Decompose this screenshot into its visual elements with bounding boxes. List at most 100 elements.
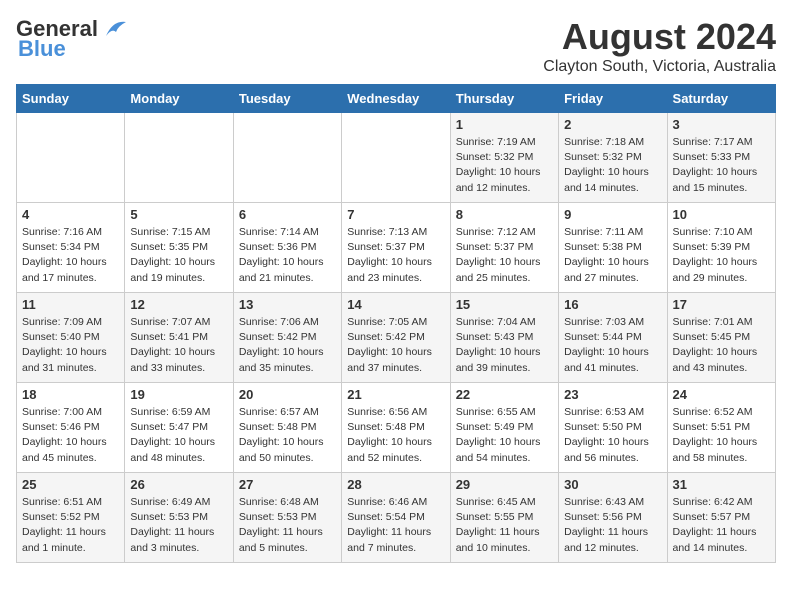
column-header-sunday: Sunday bbox=[17, 85, 125, 113]
day-info: Sunrise: 7:11 AM Sunset: 5:38 PM Dayligh… bbox=[564, 225, 661, 286]
day-info: Sunrise: 6:48 AM Sunset: 5:53 PM Dayligh… bbox=[239, 495, 336, 556]
day-number: 30 bbox=[564, 477, 661, 492]
calendar-cell: 28 Sunrise: 6:46 AM Sunset: 5:54 PM Dayli… bbox=[342, 473, 450, 563]
day-info: Sunrise: 6:49 AM Sunset: 5:53 PM Dayligh… bbox=[130, 495, 227, 556]
day-number: 17 bbox=[673, 297, 770, 312]
calendar-table: SundayMondayTuesdayWednesdayThursdayFrid… bbox=[16, 84, 776, 563]
day-info: Sunrise: 6:55 AM Sunset: 5:49 PM Dayligh… bbox=[456, 405, 553, 466]
day-info: Sunrise: 7:12 AM Sunset: 5:37 PM Dayligh… bbox=[456, 225, 553, 286]
day-info: Sunrise: 7:14 AM Sunset: 5:36 PM Dayligh… bbox=[239, 225, 336, 286]
day-info: Sunrise: 6:42 AM Sunset: 5:57 PM Dayligh… bbox=[673, 495, 770, 556]
day-info: Sunrise: 7:15 AM Sunset: 5:35 PM Dayligh… bbox=[130, 225, 227, 286]
day-info: Sunrise: 7:18 AM Sunset: 5:32 PM Dayligh… bbox=[564, 135, 661, 196]
calendar-cell: 8 Sunrise: 7:12 AM Sunset: 5:37 PM Daylig… bbox=[450, 203, 558, 293]
day-number: 19 bbox=[130, 387, 227, 402]
day-number: 6 bbox=[239, 207, 336, 222]
day-info: Sunrise: 7:13 AM Sunset: 5:37 PM Dayligh… bbox=[347, 225, 444, 286]
day-number: 1 bbox=[456, 117, 553, 132]
day-info: Sunrise: 7:16 AM Sunset: 5:34 PM Dayligh… bbox=[22, 225, 119, 286]
day-info: Sunrise: 6:59 AM Sunset: 5:47 PM Dayligh… bbox=[130, 405, 227, 466]
calendar-cell: 9 Sunrise: 7:11 AM Sunset: 5:38 PM Daylig… bbox=[559, 203, 667, 293]
day-number: 12 bbox=[130, 297, 227, 312]
day-number: 28 bbox=[347, 477, 444, 492]
calendar-cell: 22 Sunrise: 6:55 AM Sunset: 5:49 PM Dayli… bbox=[450, 383, 558, 473]
day-info: Sunrise: 6:53 AM Sunset: 5:50 PM Dayligh… bbox=[564, 405, 661, 466]
column-header-wednesday: Wednesday bbox=[342, 85, 450, 113]
day-info: Sunrise: 7:00 AM Sunset: 5:46 PM Dayligh… bbox=[22, 405, 119, 466]
column-header-monday: Monday bbox=[125, 85, 233, 113]
day-number: 20 bbox=[239, 387, 336, 402]
calendar-cell: 3 Sunrise: 7:17 AM Sunset: 5:33 PM Daylig… bbox=[667, 113, 775, 203]
column-header-saturday: Saturday bbox=[667, 85, 775, 113]
calendar-week-row: 4 Sunrise: 7:16 AM Sunset: 5:34 PM Daylig… bbox=[17, 203, 776, 293]
day-info: Sunrise: 6:52 AM Sunset: 5:51 PM Dayligh… bbox=[673, 405, 770, 466]
column-header-tuesday: Tuesday bbox=[233, 85, 341, 113]
calendar-week-row: 25 Sunrise: 6:51 AM Sunset: 5:52 PM Dayli… bbox=[17, 473, 776, 563]
calendar-week-row: 1 Sunrise: 7:19 AM Sunset: 5:32 PM Daylig… bbox=[17, 113, 776, 203]
calendar-cell: 11 Sunrise: 7:09 AM Sunset: 5:40 PM Dayli… bbox=[17, 293, 125, 383]
calendar-cell bbox=[342, 113, 450, 203]
calendar-cell: 1 Sunrise: 7:19 AM Sunset: 5:32 PM Daylig… bbox=[450, 113, 558, 203]
day-number: 31 bbox=[673, 477, 770, 492]
day-number: 24 bbox=[673, 387, 770, 402]
day-number: 9 bbox=[564, 207, 661, 222]
day-info: Sunrise: 7:17 AM Sunset: 5:33 PM Dayligh… bbox=[673, 135, 770, 196]
day-number: 10 bbox=[673, 207, 770, 222]
calendar-cell bbox=[233, 113, 341, 203]
calendar-cell: 24 Sunrise: 6:52 AM Sunset: 5:51 PM Dayli… bbox=[667, 383, 775, 473]
calendar-cell: 13 Sunrise: 7:06 AM Sunset: 5:42 PM Dayli… bbox=[233, 293, 341, 383]
day-info: Sunrise: 6:46 AM Sunset: 5:54 PM Dayligh… bbox=[347, 495, 444, 556]
day-info: Sunrise: 6:57 AM Sunset: 5:48 PM Dayligh… bbox=[239, 405, 336, 466]
day-info: Sunrise: 7:06 AM Sunset: 5:42 PM Dayligh… bbox=[239, 315, 336, 376]
calendar-week-row: 11 Sunrise: 7:09 AM Sunset: 5:40 PM Dayli… bbox=[17, 293, 776, 383]
title-block: August 2024 Clayton South, Victoria, Aus… bbox=[543, 16, 776, 76]
day-number: 22 bbox=[456, 387, 553, 402]
calendar-cell: 27Sunrise: 6:48 AM Sunset: 5:53 PM Dayli… bbox=[233, 473, 341, 563]
day-number: 21 bbox=[347, 387, 444, 402]
calendar-cell: 19 Sunrise: 6:59 AM Sunset: 5:47 PM Dayli… bbox=[125, 383, 233, 473]
day-number: 2 bbox=[564, 117, 661, 132]
day-number: 8 bbox=[456, 207, 553, 222]
calendar-cell: 14Sunrise: 7:05 AM Sunset: 5:42 PM Dayli… bbox=[342, 293, 450, 383]
calendar-cell: 23 Sunrise: 6:53 AM Sunset: 5:50 PM Dayli… bbox=[559, 383, 667, 473]
column-header-friday: Friday bbox=[559, 85, 667, 113]
day-info: Sunrise: 6:51 AM Sunset: 5:52 PM Dayligh… bbox=[22, 495, 119, 556]
calendar-cell: 2 Sunrise: 7:18 AM Sunset: 5:32 PM Daylig… bbox=[559, 113, 667, 203]
day-number: 18 bbox=[22, 387, 119, 402]
day-info: Sunrise: 6:43 AM Sunset: 5:56 PM Dayligh… bbox=[564, 495, 661, 556]
day-number: 13 bbox=[239, 297, 336, 312]
calendar-cell: 26Sunrise: 6:49 AM Sunset: 5:53 PM Dayli… bbox=[125, 473, 233, 563]
calendar-cell bbox=[17, 113, 125, 203]
day-number: 29 bbox=[456, 477, 553, 492]
day-info: Sunrise: 7:01 AM Sunset: 5:45 PM Dayligh… bbox=[673, 315, 770, 376]
day-info: Sunrise: 7:04 AM Sunset: 5:43 PM Dayligh… bbox=[456, 315, 553, 376]
day-info: Sunrise: 7:09 AM Sunset: 5:40 PM Dayligh… bbox=[22, 315, 119, 376]
day-number: 25 bbox=[22, 477, 119, 492]
location-subtitle: Clayton South, Victoria, Australia bbox=[543, 58, 776, 76]
calendar-header-row: SundayMondayTuesdayWednesdayThursdayFrid… bbox=[17, 85, 776, 113]
day-number: 4 bbox=[22, 207, 119, 222]
day-number: 23 bbox=[564, 387, 661, 402]
day-number: 15 bbox=[456, 297, 553, 312]
day-number: 7 bbox=[347, 207, 444, 222]
day-info: Sunrise: 6:56 AM Sunset: 5:48 PM Dayligh… bbox=[347, 405, 444, 466]
calendar-cell: 30 Sunrise: 6:43 AM Sunset: 5:56 PM Dayli… bbox=[559, 473, 667, 563]
day-info: Sunrise: 7:10 AM Sunset: 5:39 PM Dayligh… bbox=[673, 225, 770, 286]
day-number: 11 bbox=[22, 297, 119, 312]
calendar-cell: 25 Sunrise: 6:51 AM Sunset: 5:52 PM Dayli… bbox=[17, 473, 125, 563]
calendar-cell: 7 Sunrise: 7:13 AM Sunset: 5:37 PM Daylig… bbox=[342, 203, 450, 293]
day-info: Sunrise: 7:03 AM Sunset: 5:44 PM Dayligh… bbox=[564, 315, 661, 376]
day-number: 3 bbox=[673, 117, 770, 132]
day-info: Sunrise: 6:45 AM Sunset: 5:55 PM Dayligh… bbox=[456, 495, 553, 556]
calendar-cell: 4 Sunrise: 7:16 AM Sunset: 5:34 PM Daylig… bbox=[17, 203, 125, 293]
logo-blue: Blue bbox=[16, 36, 66, 62]
day-number: 16 bbox=[564, 297, 661, 312]
day-info: Sunrise: 7:19 AM Sunset: 5:32 PM Dayligh… bbox=[456, 135, 553, 196]
day-info: Sunrise: 7:05 AM Sunset: 5:42 PM Dayligh… bbox=[347, 315, 444, 376]
logo: General Blue bbox=[16, 16, 128, 62]
day-number: 5 bbox=[130, 207, 227, 222]
day-info: Sunrise: 7:07 AM Sunset: 5:41 PM Dayligh… bbox=[130, 315, 227, 376]
calendar-cell: 21 Sunrise: 6:56 AM Sunset: 5:48 PM Dayli… bbox=[342, 383, 450, 473]
calendar-cell: 17 Sunrise: 7:01 AM Sunset: 5:45 PM Dayli… bbox=[667, 293, 775, 383]
calendar-cell: 20 Sunrise: 6:57 AM Sunset: 5:48 PM Dayli… bbox=[233, 383, 341, 473]
